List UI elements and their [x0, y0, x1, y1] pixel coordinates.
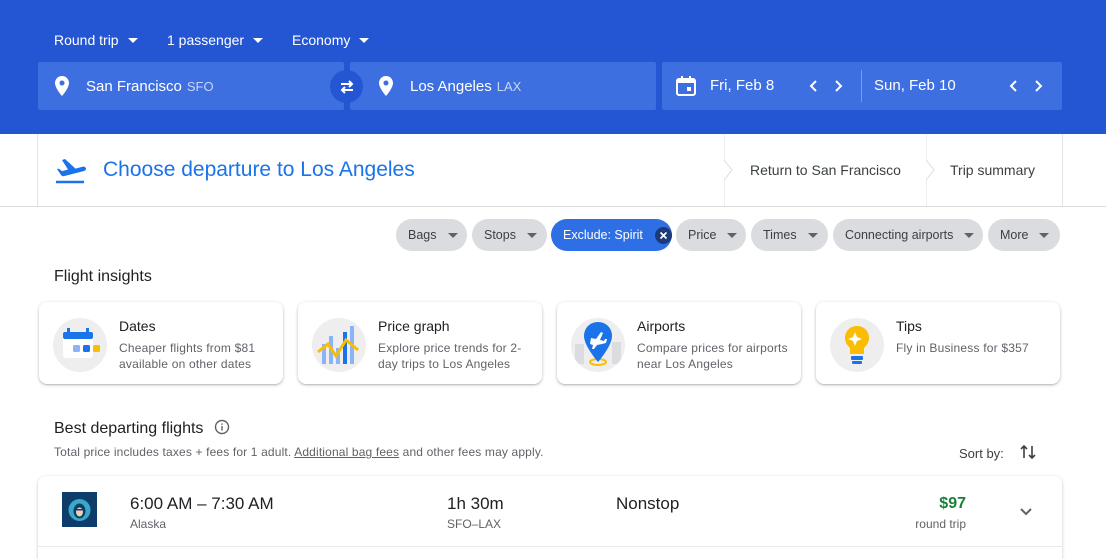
flight-airline: Alaska — [130, 517, 167, 531]
insights-heading: Flight insights — [54, 268, 152, 285]
insight-desc: Compare prices for airports near Los Ang… — [637, 341, 788, 371]
flight-row[interactable]: 6:00 AM – 7:30 AM Alaska 1h 30m SFO–LAX … — [38, 476, 1062, 559]
filter-label: More — [1000, 228, 1029, 242]
clear-filter-icon[interactable] — [654, 226, 672, 244]
insight-desc: Cheaper flights from $81 available on ot… — [119, 341, 256, 371]
sort-icon[interactable] — [1019, 443, 1037, 461]
filter-times[interactable]: Times — [751, 219, 828, 251]
step-return[interactable]: Return to San Francisco — [750, 162, 901, 178]
caret-down-icon — [727, 232, 738, 238]
flight-price-note: round trip — [915, 517, 966, 531]
destination-field[interactable]: Los Angeles LAX — [350, 62, 656, 110]
info-icon[interactable] — [214, 419, 230, 435]
filter-label: Stops — [484, 228, 516, 242]
calendar-icon — [676, 76, 696, 96]
filter-connecting-airports[interactable]: Connecting airports — [833, 219, 983, 251]
filter-label: Price — [688, 228, 717, 242]
insight-title: Tips — [896, 318, 922, 334]
price-note-suffix: and other fees may apply. — [402, 445, 544, 459]
search-header: Round trip 1 passenger Economy San Franc… — [0, 0, 1106, 134]
filter-price[interactable]: Price — [676, 219, 746, 251]
booking-steps: Choose departure to Los Angeles Return t… — [37, 134, 1063, 206]
return-date[interactable]: Sun, Feb 10 — [874, 77, 956, 94]
insight-card-airports[interactable]: Airports Compare prices for airports nea… — [557, 302, 801, 384]
results-heading: Best departing flights — [54, 419, 230, 438]
insight-desc: Fly in Business for $357 — [896, 341, 1029, 355]
location-pin-icon — [55, 76, 69, 96]
price-note-prefix: Total price includes taxes + fees for 1 … — [54, 445, 292, 459]
flight-duration: 1h 30m — [447, 494, 504, 513]
filter-label: Connecting airports — [845, 228, 954, 242]
location-pin-icon — [379, 76, 393, 96]
chevron-left-icon[interactable] — [806, 78, 822, 94]
trip-type-label: Round trip — [54, 32, 119, 48]
step-trip-summary[interactable]: Trip summary — [950, 162, 1035, 178]
insight-title: Price graph — [378, 318, 450, 334]
insight-desc: Explore price trends for 2-day trips to … — [378, 341, 522, 371]
insight-title: Airports — [637, 318, 686, 334]
step-separator — [724, 134, 733, 206]
caret-down-icon — [359, 38, 370, 43]
chevron-left-icon[interactable] — [1006, 78, 1022, 94]
origin-field[interactable]: San Francisco SFO — [38, 62, 344, 110]
caret-down-icon — [127, 38, 138, 43]
filter-label: Bags — [408, 228, 437, 242]
caret-down-icon — [964, 232, 975, 238]
date-divider — [861, 70, 862, 102]
destination-code: LAX — [496, 78, 522, 94]
destination-city: Los Angeles — [410, 77, 492, 95]
filter-more[interactable]: More — [988, 219, 1060, 251]
bag-fees-link[interactable]: Additional bag fees — [294, 445, 399, 459]
passenger-label: 1 passenger — [167, 32, 245, 48]
takeoff-plane-icon — [56, 159, 86, 184]
filter-bags[interactable]: Bags — [396, 219, 467, 251]
lightbulb-illustration-icon — [830, 318, 884, 372]
swap-arrows-icon — [340, 79, 353, 94]
chevron-right-icon[interactable] — [830, 78, 846, 94]
filter-label: Exclude: Spirit — [563, 228, 643, 242]
trip-type-select[interactable]: Round trip — [54, 31, 138, 49]
current-step-title: Choose departure to Los Angeles — [103, 158, 415, 181]
flight-price: $97 — [939, 495, 966, 512]
cabin-select[interactable]: Economy — [292, 31, 370, 49]
step-separator — [926, 134, 935, 206]
calendar-illustration-icon — [53, 318, 107, 372]
filter-label: Times — [763, 228, 797, 242]
divider — [0, 206, 1106, 207]
cabin-label: Economy — [292, 32, 351, 48]
date-picker: Fri, Feb 8 Sun, Feb 10 — [662, 62, 1062, 110]
insight-title: Dates — [119, 318, 156, 334]
caret-down-icon — [526, 232, 537, 238]
origin-code: SFO — [186, 78, 214, 94]
passenger-select[interactable]: 1 passenger — [167, 31, 264, 49]
insight-card-price-graph[interactable]: Price graph Explore price trends for 2-d… — [298, 302, 542, 384]
flight-stops: Nonstop — [616, 494, 680, 513]
expand-chevron-icon[interactable] — [1018, 503, 1034, 519]
results-heading-text: Best departing flights — [54, 420, 204, 437]
row-divider — [38, 546, 1062, 547]
chevron-right-icon[interactable] — [1030, 78, 1046, 94]
alaska-airlines-logo-icon — [62, 492, 97, 527]
caret-down-icon — [447, 232, 458, 238]
flight-route: SFO–LAX — [447, 517, 502, 531]
origin-city: San Francisco — [86, 77, 182, 95]
sort-label: Sort by: — [959, 446, 1004, 461]
price-graph-illustration-icon — [312, 318, 366, 372]
caret-down-icon — [253, 38, 264, 43]
filter-exclude-spirit[interactable]: Exclude: Spirit — [551, 219, 672, 251]
flight-times: 6:00 AM – 7:30 AM — [130, 494, 274, 513]
price-note: Total price includes taxes + fees for 1 … — [54, 445, 544, 459]
caret-down-icon — [1039, 232, 1050, 238]
insight-card-tips[interactable]: Tips Fly in Business for $357 — [816, 302, 1060, 384]
depart-date[interactable]: Fri, Feb 8 — [710, 77, 774, 94]
airport-pin-illustration-icon — [571, 318, 625, 372]
caret-down-icon — [807, 232, 818, 238]
swap-button[interactable] — [330, 70, 363, 103]
filter-stops[interactable]: Stops — [472, 219, 547, 251]
insight-card-dates[interactable]: Dates Cheaper flights from $81 available… — [39, 302, 283, 384]
